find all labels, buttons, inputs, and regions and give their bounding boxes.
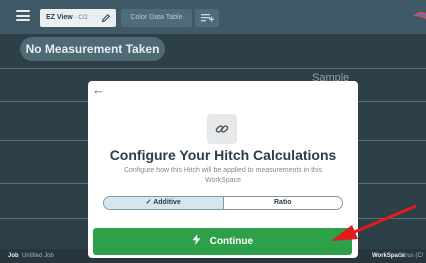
tab-ez-view[interactable]: EZ View - C/2	[40, 9, 116, 27]
tab-color-data-table[interactable]: Color Data Table	[121, 9, 192, 27]
top-bar: EZ View - C/2 Color Data Table	[0, 0, 426, 34]
job-value: Untitled Job	[22, 253, 54, 259]
pencil-icon[interactable]	[101, 13, 111, 23]
continue-button[interactable]: Continue	[93, 228, 352, 255]
lightning-icon	[192, 234, 204, 247]
continue-label: Continue	[209, 236, 254, 247]
dialog-subtitle: Configure how this Hitch will be applied…	[123, 167, 323, 184]
workspace-value: Citrus (C/	[398, 253, 424, 259]
table-divider	[0, 68, 426, 69]
option-ratio[interactable]: Ratio	[224, 197, 343, 209]
dialog-title: Configure Your Hitch Calculations	[109, 147, 337, 163]
measurement-status-pill[interactable]: No Measurement Taken	[20, 37, 165, 61]
hitch-icon-box	[207, 114, 237, 144]
hitch-link-icon	[215, 125, 229, 133]
job-label: Job	[8, 253, 19, 259]
tab-ez-view-sublabel: - C/2	[74, 15, 88, 21]
back-arrow-icon[interactable]: ←	[92, 83, 105, 97]
option-additive[interactable]: ✓ Additive	[104, 197, 224, 209]
brand-logo-icon	[413, 12, 426, 19]
hitch-config-dialog: ← Configure Your Hitch Calculations Conf…	[88, 81, 358, 258]
tab-ez-view-label: EZ View	[46, 14, 73, 21]
add-tab-icon	[201, 14, 214, 22]
add-tab-button[interactable]	[195, 9, 219, 27]
menu-icon[interactable]	[16, 10, 30, 21]
calculation-mode-toggle: ✓ Additive Ratio	[103, 196, 343, 210]
